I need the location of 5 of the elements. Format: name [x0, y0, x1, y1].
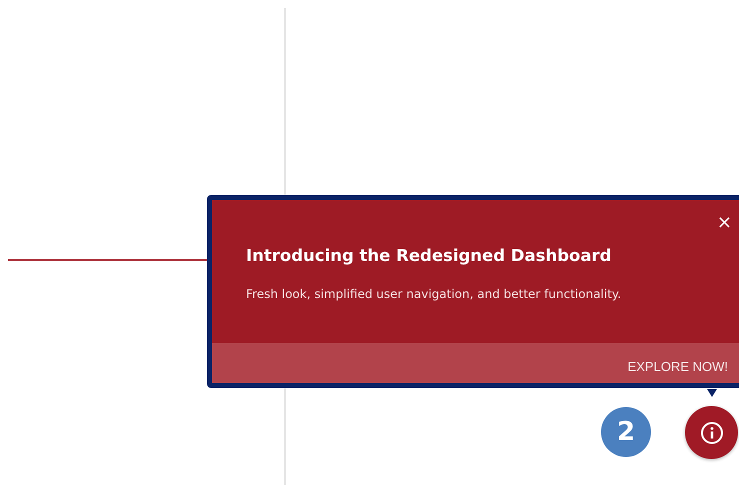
step-badge: 2	[601, 407, 651, 457]
explore-now-button[interactable]: EXPLORE NOW!	[624, 352, 732, 380]
popup-message: Fresh look, simplified user navigation, and better functionality.	[246, 287, 622, 301]
close-button[interactable]: ×	[714, 214, 734, 232]
popup-title: Introducing the Redesigned Dashboard	[246, 246, 612, 265]
